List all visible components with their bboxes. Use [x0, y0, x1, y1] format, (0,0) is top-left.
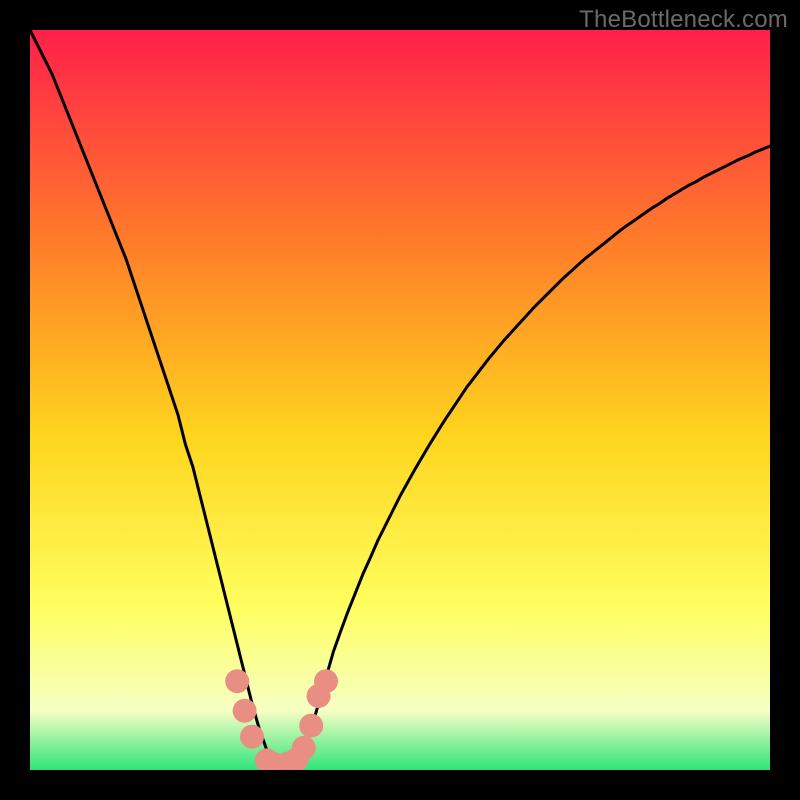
curve-marker — [299, 714, 323, 738]
plot-area — [30, 30, 770, 770]
curve-marker — [240, 725, 264, 749]
bottleneck-chart — [30, 30, 770, 770]
curve-marker — [233, 699, 257, 723]
chart-frame: TheBottleneck.com — [0, 0, 800, 800]
curve-marker — [314, 669, 338, 693]
gradient-background — [30, 30, 770, 770]
curve-marker — [292, 736, 316, 760]
curve-marker — [225, 669, 249, 693]
